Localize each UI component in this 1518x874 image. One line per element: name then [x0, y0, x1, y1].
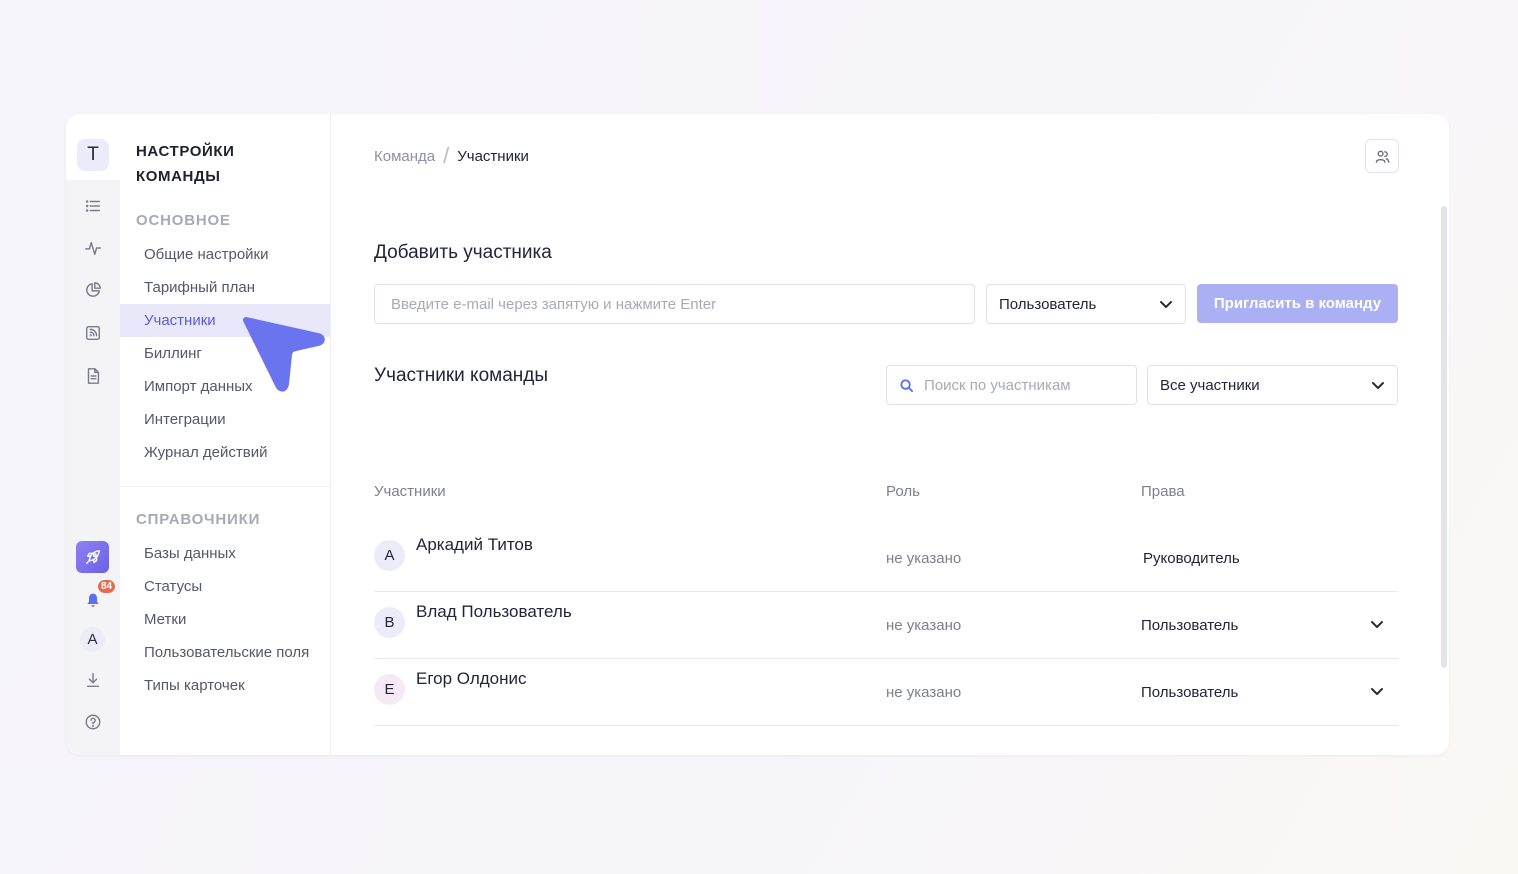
member-rights-select[interactable]: Пользователь: [1141, 617, 1238, 634]
notification-badge: 84: [97, 579, 117, 594]
invite-role-value: Пользователь: [999, 295, 1097, 313]
member-name: Аркадий Титов: [416, 535, 533, 554]
breadcrumb-separator: /: [443, 142, 450, 168]
nav-section-refs: СПРАВОЧНИКИ: [136, 511, 261, 528]
invite-button[interactable]: Пригласить в команду: [1197, 284, 1398, 323]
member-role: не указано: [886, 550, 962, 567]
member-avatar: А: [374, 540, 405, 571]
nav-item-integrations[interactable]: Интеграции: [120, 403, 330, 436]
team-members-heading: Участники команды: [374, 365, 549, 386]
users-icon: [1375, 150, 1389, 163]
nav-item-databases[interactable]: Базы данных: [120, 537, 330, 570]
pie-chart-icon[interactable]: [83, 280, 103, 300]
member-name: Егор Олдонис: [416, 669, 527, 688]
member-rights-select[interactable]: Пользователь: [1141, 684, 1238, 701]
activity-icon[interactable]: [83, 238, 103, 258]
icon-rail: T 84 A: [66, 114, 120, 755]
user-avatar[interactable]: A: [80, 627, 105, 652]
nav-item-custom-fields[interactable]: Пользовательские поля: [120, 636, 330, 669]
member-role: не указано: [886, 684, 962, 701]
member-rights: Руководитель: [1143, 550, 1240, 567]
rocket-icon: [85, 549, 100, 565]
member-role: не указано: [886, 617, 962, 634]
nav-item-tags[interactable]: Метки: [120, 603, 330, 636]
app-window: T 84 A НАСТРОЙКИ КОМАНДЫ ОСНОВНОЕ Общие …: [66, 114, 1449, 755]
invite-role-select[interactable]: Пользователь: [986, 284, 1186, 324]
chevron-down-icon: [1159, 297, 1173, 311]
email-input[interactable]: [374, 284, 975, 324]
member-row[interactable]: А Аркадий Титов не указано Руководитель: [374, 525, 1398, 592]
member-search-input[interactable]: [924, 376, 1124, 394]
chevron-down-icon: [1371, 378, 1385, 392]
member-row[interactable]: В Влад Пользователь не указано Пользоват…: [374, 592, 1398, 659]
rss-icon[interactable]: [83, 323, 103, 343]
list-icon[interactable]: [83, 196, 103, 216]
rocket-button[interactable]: [76, 541, 109, 573]
nav-section-main: ОСНОВНОЕ: [136, 212, 231, 229]
nav-title: НАСТРОЙКИ КОМАНДЫ: [136, 143, 235, 185]
add-member-heading: Добавить участника: [374, 242, 552, 263]
rail-header: T: [66, 114, 120, 180]
nav-item-general[interactable]: Общие настройки: [120, 238, 330, 271]
download-icon[interactable]: [83, 670, 103, 690]
nav-item-statuses[interactable]: Статусы: [120, 570, 330, 603]
help-icon[interactable]: [83, 712, 103, 732]
team-members-button[interactable]: [1365, 139, 1399, 173]
main-content: Команда / Участники Добавить участника П…: [331, 114, 1449, 755]
chevron-down-icon[interactable]: [1370, 684, 1384, 698]
document-icon[interactable]: [83, 366, 103, 386]
nav-item-activity-log[interactable]: Журнал действий: [120, 436, 330, 469]
nav-divider: [120, 486, 330, 487]
breadcrumb-current: Участники: [457, 148, 529, 165]
nav-item-tariff[interactable]: Тарифный план: [120, 271, 330, 304]
column-header-rights: Права: [1141, 483, 1185, 500]
breadcrumb: Команда / Участники: [374, 142, 529, 168]
member-row[interactable]: Е Егор Олдонис не указано Пользователь: [374, 659, 1398, 726]
pointer-cursor-icon: [243, 317, 325, 392]
nav-item-card-types[interactable]: Типы карточек: [120, 669, 330, 702]
member-name: Влад Пользователь: [416, 602, 572, 621]
column-header-role: Роль: [886, 483, 920, 500]
column-header-members: Участники: [374, 483, 446, 500]
members-filter-select[interactable]: Все участники: [1147, 365, 1398, 405]
member-avatar: В: [374, 607, 405, 638]
scrollbar[interactable]: [1441, 206, 1447, 668]
member-avatar: Е: [374, 674, 405, 705]
member-search[interactable]: [886, 365, 1137, 405]
breadcrumb-parent[interactable]: Команда: [374, 148, 435, 165]
settings-nav: НАСТРОЙКИ КОМАНДЫ ОСНОВНОЕ Общие настрой…: [120, 114, 331, 755]
search-icon: [900, 378, 914, 392]
chevron-down-icon[interactable]: [1370, 617, 1384, 631]
team-avatar[interactable]: T: [77, 139, 109, 171]
members-filter-value: Все участники: [1160, 376, 1260, 394]
